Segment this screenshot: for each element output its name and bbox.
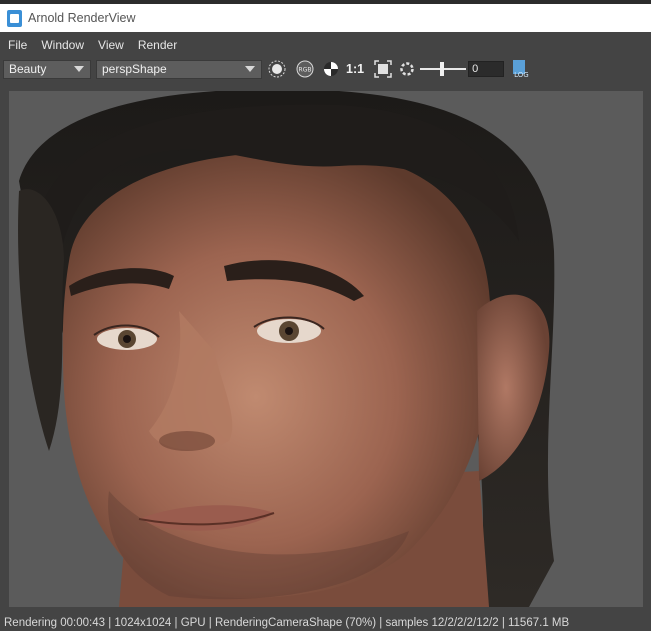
camera-value: perspShape: [102, 62, 167, 76]
window-title: Arnold RenderView: [28, 11, 136, 25]
camera-dropdown[interactable]: perspShape: [96, 59, 262, 79]
log-icon[interactable]: LOG: [511, 59, 531, 79]
crop-region-icon[interactable]: [372, 59, 394, 79]
menu-view[interactable]: View: [90, 38, 130, 52]
status-bar: Rendering 00:00:43 | 1024x1024 | GPU | R…: [0, 615, 651, 631]
chevron-down-icon: [74, 66, 84, 72]
render-viewport[interactable]: [9, 91, 643, 607]
rendered-face-image: [9, 91, 643, 607]
menu-render[interactable]: Render: [130, 38, 183, 52]
menu-file[interactable]: File: [0, 38, 33, 52]
rgb-icon[interactable]: RGB: [294, 59, 316, 79]
svg-text:RGB: RGB: [299, 67, 312, 74]
slider-handle[interactable]: [440, 62, 445, 76]
exposure-slider[interactable]: [420, 59, 467, 79]
exposure-field[interactable]: 0: [468, 61, 505, 77]
title-bar: Arnold RenderView: [0, 4, 651, 32]
display-correction-icon[interactable]: [320, 59, 342, 79]
sun-icon[interactable]: [266, 59, 288, 79]
ratio-button[interactable]: 1:1: [346, 62, 364, 76]
aov-value: Beauty: [9, 62, 47, 76]
chevron-down-icon: [245, 66, 255, 72]
menu-bar: File Window View Render: [0, 34, 651, 55]
toolbar: Beauty perspShape RGB 1:1 0 LOG: [0, 57, 651, 81]
arnold-app-icon: [7, 9, 22, 27]
refresh-icon[interactable]: [396, 59, 418, 79]
log-label: LOG: [514, 71, 529, 79]
aov-dropdown[interactable]: Beauty: [3, 59, 91, 79]
menu-window[interactable]: Window: [33, 38, 90, 52]
